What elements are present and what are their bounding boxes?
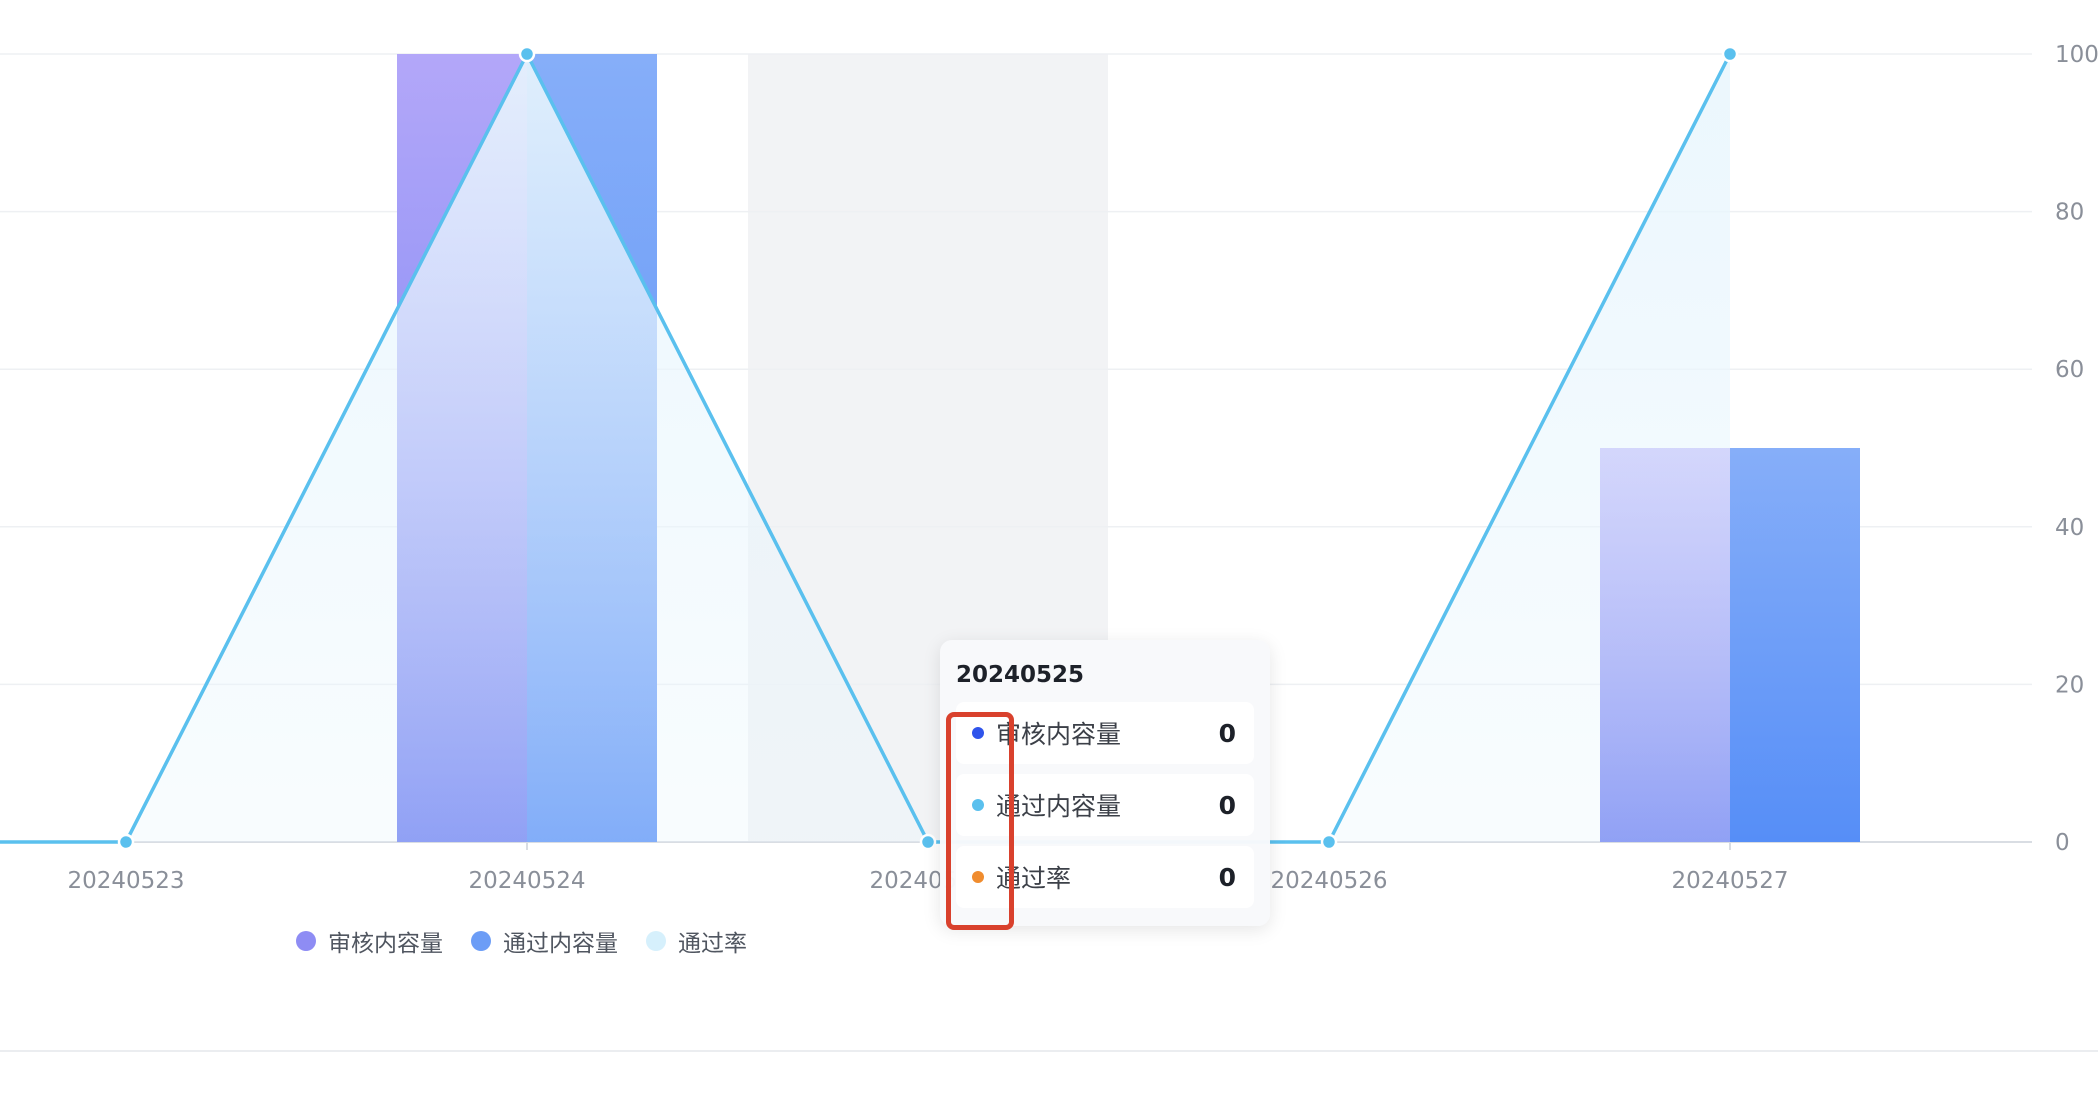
legend-dot-icon bbox=[296, 931, 316, 951]
chart-container: 0 20 40 60 80 100 20240523 20240524 20240525 2024… bbox=[0, 0, 2098, 1112]
bar-approved-volume bbox=[1730, 448, 1860, 842]
tooltip-title: 20240525 bbox=[956, 662, 1085, 688]
tooltip-series-value: 0 bbox=[1218, 718, 1236, 748]
x-tick-label: 20240527 bbox=[1671, 868, 1788, 894]
tooltip-series-value: 0 bbox=[1218, 862, 1236, 892]
tooltip-series-value: 0 bbox=[1218, 790, 1236, 820]
tooltip-series-name: 审核内容量 bbox=[996, 720, 1122, 749]
point-approval-rate bbox=[1721, 45, 1739, 63]
y-tick-label: 0 bbox=[2055, 830, 2070, 856]
x-tick-label: 20240523 bbox=[67, 868, 184, 894]
point-approval-rate bbox=[117, 833, 135, 851]
x-tick-label: 20240524 bbox=[468, 868, 585, 894]
tooltip-row-approved-volume: 通过内容量 0 bbox=[956, 774, 1254, 836]
tooltip-dot-icon bbox=[972, 871, 984, 883]
divider bbox=[0, 1050, 2098, 1052]
point-approval-rate bbox=[518, 45, 536, 63]
legend-dot-icon bbox=[646, 931, 666, 951]
tooltip-series-name: 通过率 bbox=[996, 864, 1072, 893]
y-tick-label: 20 bbox=[2055, 672, 2084, 698]
legend-item-review-volume[interactable]: 审核内容量 bbox=[296, 924, 443, 958]
legend-label: 审核内容量 bbox=[328, 931, 443, 957]
legend-item-approval-rate[interactable]: 通过率 bbox=[646, 924, 747, 958]
legend-label: 通过率 bbox=[678, 931, 747, 957]
y-tick-label: 60 bbox=[2055, 357, 2084, 383]
point-approval-rate bbox=[1320, 833, 1338, 851]
tooltip-dot-icon bbox=[972, 727, 984, 739]
x-tick-label: 20240526 bbox=[1270, 868, 1387, 894]
tooltip-series-name: 通过内容量 bbox=[996, 792, 1122, 821]
tooltip-dot-icon bbox=[972, 799, 984, 811]
legend-label: 通过内容量 bbox=[503, 931, 618, 957]
tooltip-row-review-volume: 审核内容量 0 bbox=[956, 702, 1254, 764]
point-approval-rate bbox=[919, 833, 937, 851]
legend-item-approved-volume[interactable]: 通过内容量 bbox=[471, 924, 618, 958]
y-tick-label: 80 bbox=[2055, 200, 2084, 226]
y-tick-label: 40 bbox=[2055, 515, 2084, 541]
chart-legend: 审核内容量 通过内容量 通过率 bbox=[296, 924, 747, 958]
legend-dot-icon bbox=[471, 931, 491, 951]
tooltip-row-approval-rate: 通过率 0 bbox=[956, 846, 1254, 908]
chart-tooltip: 20240525 审核内容量 0 通过内容量 0 通过率 0 bbox=[940, 640, 1270, 926]
y-tick-label: 100 bbox=[2055, 42, 2098, 68]
